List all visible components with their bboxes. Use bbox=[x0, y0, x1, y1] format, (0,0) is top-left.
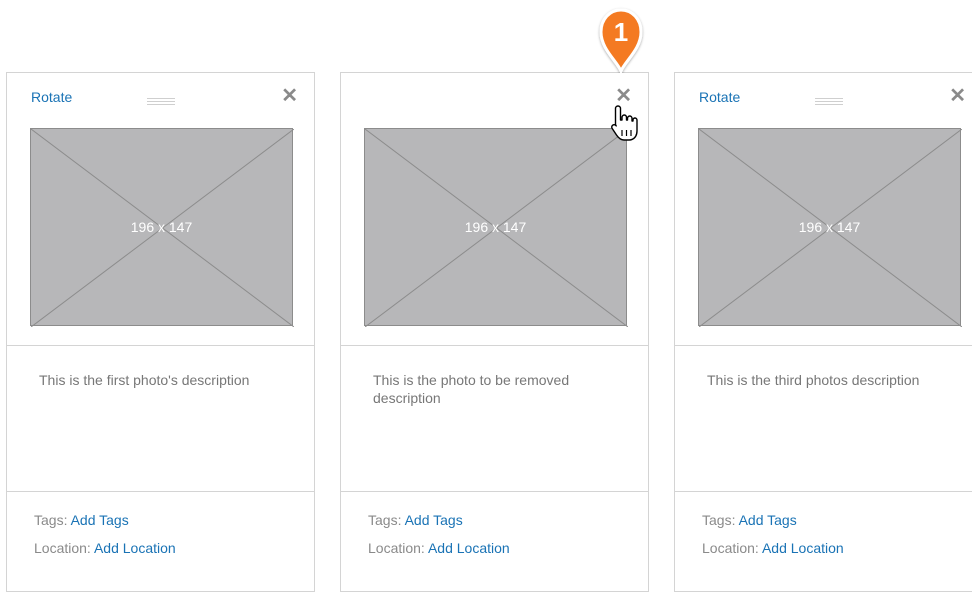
image-size-label: 196 x 147 bbox=[130, 219, 193, 235]
photo-card-1: Rotate ✕ 196 x 147 This is the first pho… bbox=[6, 72, 315, 592]
divider bbox=[675, 491, 972, 492]
add-tags-link[interactable]: Add Tags bbox=[739, 512, 797, 528]
tags-label: Tags: bbox=[368, 512, 402, 528]
tags-label: Tags: bbox=[34, 512, 68, 528]
tags-label: Tags: bbox=[702, 512, 736, 528]
location-label: Location: bbox=[702, 540, 759, 556]
divider bbox=[341, 491, 648, 492]
close-icon[interactable]: ✕ bbox=[949, 86, 966, 106]
tags-row: Tags: Add Tags bbox=[702, 512, 797, 528]
close-icon[interactable]: ✕ bbox=[615, 86, 632, 106]
location-row: Location: Add Location bbox=[34, 540, 176, 556]
image-size-label: 196 x 147 bbox=[798, 219, 861, 235]
rotate-button[interactable]: Rotate bbox=[699, 89, 740, 105]
rotate-button[interactable]: Rotate bbox=[31, 89, 72, 105]
location-row: Location: Add Location bbox=[702, 540, 844, 556]
photo-placeholder: 196 x 147 bbox=[364, 128, 628, 327]
add-location-link[interactable]: Add Location bbox=[94, 540, 176, 556]
add-location-link[interactable]: Add Location bbox=[428, 540, 510, 556]
photo-description[interactable]: This is the first photo's description bbox=[39, 371, 279, 389]
location-label: Location: bbox=[368, 540, 425, 556]
drag-handle-icon[interactable] bbox=[147, 98, 175, 106]
location-label: Location: bbox=[34, 540, 91, 556]
location-row: Location: Add Location bbox=[368, 540, 510, 556]
hand-cursor-icon bbox=[609, 104, 641, 144]
photo-description[interactable]: This is the photo to be removed descript… bbox=[373, 371, 613, 407]
divider bbox=[7, 491, 314, 492]
annotation-number: 1 bbox=[613, 17, 629, 47]
photo-description[interactable]: This is the third photos description bbox=[707, 371, 947, 389]
tags-row: Tags: Add Tags bbox=[34, 512, 129, 528]
divider bbox=[341, 345, 648, 346]
divider bbox=[7, 345, 314, 346]
add-location-link[interactable]: Add Location bbox=[762, 540, 844, 556]
add-tags-link[interactable]: Add Tags bbox=[405, 512, 463, 528]
image-size-label: 196 x 147 bbox=[464, 219, 527, 235]
drag-handle-icon[interactable] bbox=[815, 98, 843, 106]
annotation-marker: 1 bbox=[595, 5, 647, 76]
photo-placeholder: 196 x 147 bbox=[30, 128, 294, 327]
tags-row: Tags: Add Tags bbox=[368, 512, 463, 528]
divider bbox=[675, 345, 972, 346]
photo-placeholder: 196 x 147 bbox=[698, 128, 962, 327]
add-tags-link[interactable]: Add Tags bbox=[71, 512, 129, 528]
close-icon[interactable]: ✕ bbox=[281, 86, 298, 106]
photo-card-2: ✕ 196 x 147 This is the photo to be remo… bbox=[340, 72, 649, 592]
photo-card-3: Rotate ✕ 196 x 147 This is the third pho… bbox=[674, 72, 972, 592]
